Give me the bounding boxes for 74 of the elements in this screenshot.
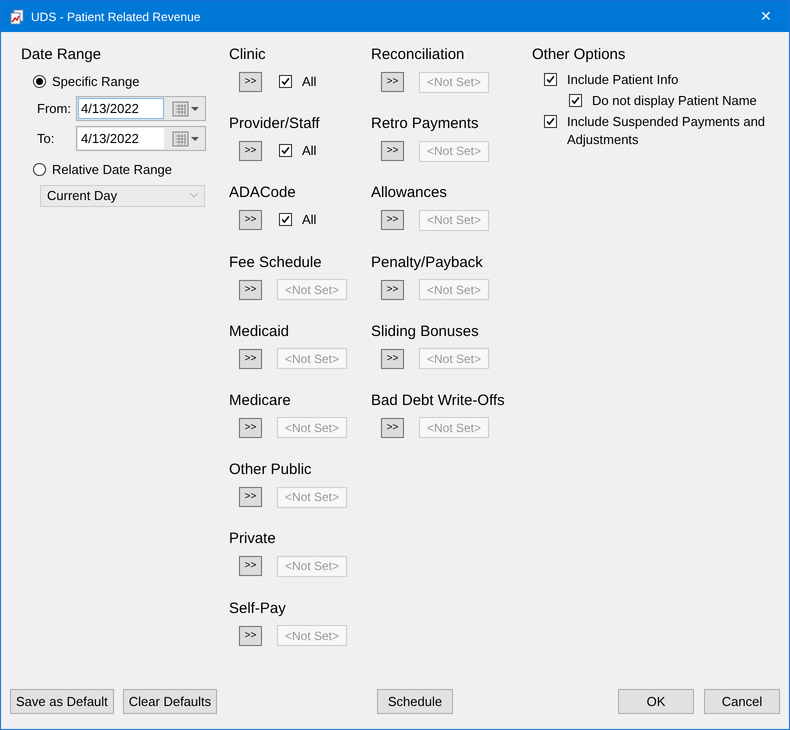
footer-button[interactable]: Cancel — [704, 689, 780, 714]
filter-label: Sliding Bonuses — [371, 322, 480, 342]
value-field: <Not Set> — [277, 279, 347, 300]
value-field: <Not Set> — [277, 625, 347, 646]
footer-button[interactable]: OK — [618, 689, 694, 714]
value-field: <Not Set> — [277, 486, 347, 508]
value-field: <Not Set> — [419, 72, 489, 92]
filter-label: Retro Payments — [371, 114, 480, 134]
calendar-dropdown-icon[interactable] — [172, 100, 202, 116]
select-button[interactable]: >> — [381, 141, 404, 162]
value-field: <Not Set> — [277, 556, 347, 577]
value-field: <Not Set> — [277, 417, 347, 438]
filter-label: Other Public — [229, 460, 313, 480]
radio-button[interactable] — [33, 74, 46, 88]
footer-button[interactable]: Schedule — [377, 689, 453, 714]
radio-label: Specific Range — [52, 72, 140, 91]
section-heading: Other Options — [532, 45, 626, 65]
filter-label: Self-Pay — [229, 598, 287, 618]
filter-label: Fee Schedule — [229, 252, 323, 273]
filter-label: Clinic — [229, 45, 267, 65]
filter-label: Private — [229, 529, 277, 550]
section-heading: Date Range — [21, 45, 102, 65]
select-button[interactable]: >> — [239, 280, 262, 300]
value-field: <Not Set> — [277, 348, 347, 370]
select-button[interactable]: >> — [381, 210, 404, 230]
checkbox[interactable] — [279, 75, 292, 88]
value-field: <Not Set> — [419, 279, 489, 300]
select-button[interactable]: >> — [381, 418, 404, 438]
date-field[interactable]: 4/13/2022 — [78, 128, 164, 149]
select-button[interactable]: >> — [239, 140, 262, 161]
filter-label: Allowances — [371, 183, 448, 204]
date-field[interactable]: 4/13/2022 — [78, 98, 164, 119]
filter-label: Provider/Staff — [229, 114, 321, 134]
filter-label: Medicaid — [229, 322, 290, 342]
checkbox[interactable] — [279, 213, 292, 226]
field-label: From: — [37, 100, 72, 118]
checkbox-label: All — [302, 211, 316, 230]
checkbox[interactable] — [544, 114, 557, 128]
checkbox-label: Do not display Patient Name — [592, 92, 758, 110]
filter-label: ADACode — [229, 183, 297, 204]
checkbox-label: All — [302, 72, 316, 91]
select-button[interactable]: >> — [239, 418, 262, 438]
close-button[interactable]: ✕ — [751, 6, 781, 27]
filter-label: Reconciliation — [371, 45, 466, 65]
checkbox-label: All — [302, 142, 316, 160]
select-button[interactable]: >> — [381, 280, 404, 300]
radio-label: Relative Date Range — [52, 161, 172, 179]
select-button[interactable]: >> — [239, 556, 262, 576]
checkbox[interactable] — [569, 94, 582, 106]
filter-label: Bad Debt Write-Offs — [371, 390, 506, 411]
value-field: <Not Set> — [419, 210, 489, 231]
value-field: <Not Set> — [419, 417, 489, 438]
select-button[interactable]: >> — [239, 348, 262, 369]
field-label: To: — [37, 130, 56, 148]
window-title: UDS - Patient Related Revenue — [31, 8, 200, 26]
select-button[interactable]: >> — [239, 72, 262, 92]
select-button[interactable]: >> — [239, 626, 262, 646]
checkbox-label: Include Patient Info — [567, 70, 680, 88]
calendar-dropdown-icon[interactable] — [172, 130, 202, 146]
checkbox[interactable] — [279, 144, 292, 158]
checkbox[interactable] — [544, 72, 557, 86]
select-button[interactable]: >> — [239, 487, 262, 508]
select-button[interactable]: >> — [239, 210, 262, 230]
value-field: <Not Set> — [419, 140, 489, 162]
radio-button[interactable] — [33, 163, 46, 176]
select-button[interactable]: >> — [381, 348, 404, 369]
filter-label: Penalty/Payback — [371, 252, 484, 273]
value-field: <Not Set> — [419, 348, 489, 370]
footer-button[interactable]: Clear Defaults — [122, 689, 218, 714]
select-button[interactable]: >> — [381, 72, 404, 92]
report-icon — [9, 8, 25, 24]
filter-label: Medicare — [229, 390, 292, 411]
footer-button[interactable]: Save as Default — [10, 689, 114, 714]
checkbox-label: Include Suspended Payments and Adjustments — [567, 112, 766, 148]
